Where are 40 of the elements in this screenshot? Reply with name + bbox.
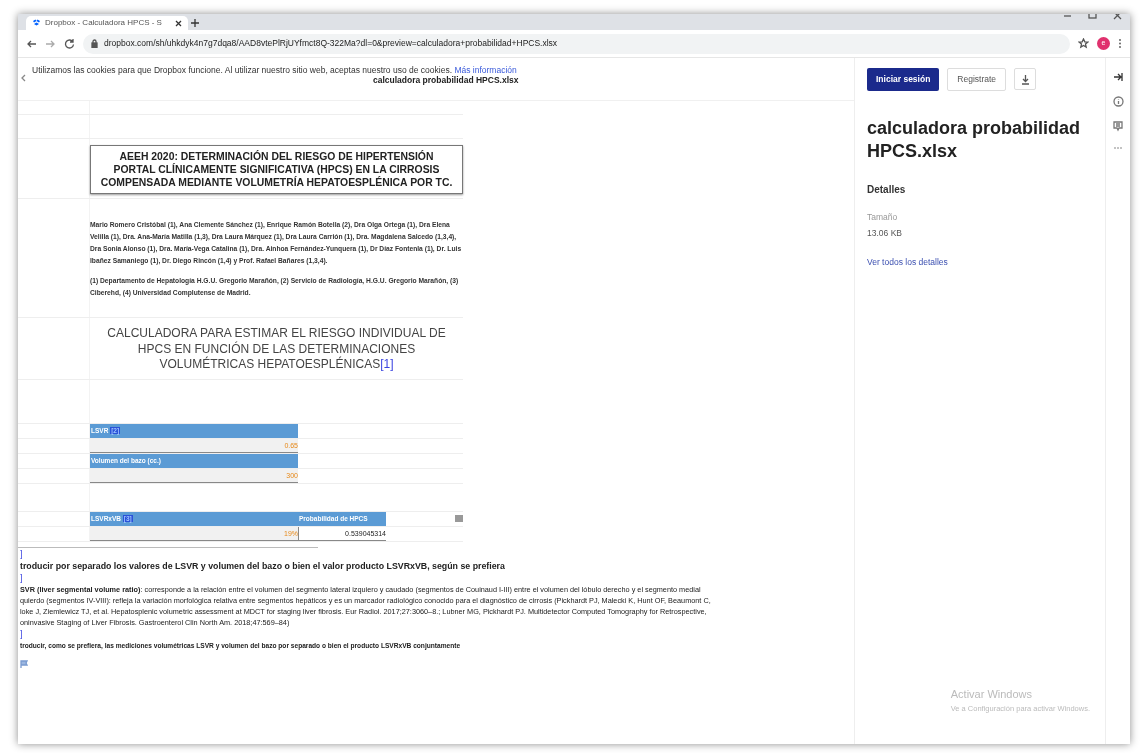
minimize-icon[interactable] — [1063, 14, 1072, 20]
cookie-banner-text: Utilizamos las cookies para que Dropbox funcione. Al utilizar nuestro sitio web, aceptas nuestro uso de cookies. Más información — [32, 64, 517, 76]
register-button[interactable]: Registrate — [947, 68, 1007, 91]
footnote-mark[interactable]: ] — [20, 571, 854, 584]
lock-icon — [91, 39, 98, 48]
footnote-mark[interactable]: ] — [20, 627, 854, 640]
menu-icon[interactable] — [1118, 38, 1122, 49]
title-box: AEEH 2020: DETERMINACIÓN DEL RIESGO DE HIPERTENSIÓN PORTAL CLÍNICAMENTE SIGNIFICATIVA (HPCS) EN LA CIRROSIS COMPENSADA MEDIANTE VOLUMETRÍA HEPATOESPLÉNICA POR TC. — [90, 145, 463, 194]
close-icon[interactable] — [175, 19, 182, 27]
address-bar[interactable]: dropbox.com/sh/uhkdyk4n7g7dqa8/AAD8vtePlRjUYfmct8Q-322Ma?dl=0&preview=calculadora+probabilidad+HPCS.xlsx — [83, 33, 1070, 54]
download-button[interactable] — [1014, 68, 1037, 91]
chevron-left-icon[interactable] — [21, 74, 26, 82]
restore-icon[interactable] — [1088, 14, 1097, 20]
file-title: calculadora probabilidad HPCS.xlsx — [373, 74, 519, 87]
detail-value: 13.06 KB — [867, 227, 903, 241]
collapse-panel-icon[interactable] — [1113, 72, 1123, 82]
star-icon[interactable] — [1078, 38, 1089, 49]
calculator-heading: CALCULADORA PARA ESTIMAR EL RIESGO INDIVIDUAL DE HPCS EN FUNCIÓN DE LAS DETERMINACIONES VOLUMÉTRICAS HEPATOESPLÉNICAS[1] — [106, 325, 447, 374]
reload-icon[interactable] — [64, 38, 75, 49]
close-icon[interactable] — [1113, 14, 1122, 20]
back-icon[interactable] — [26, 38, 37, 49]
dropbox-icon — [32, 19, 41, 27]
footnote-mark[interactable]: ] — [20, 547, 854, 560]
comment-icon[interactable] — [1113, 121, 1123, 132]
detail-label: Tamaño — [867, 210, 899, 224]
details-link[interactable]: Ver todos los detalles — [867, 256, 948, 269]
section-heading: Detalles — [867, 182, 907, 197]
browser-tab[interactable]: Dropbox - Calculadora HPCS - S — [26, 16, 188, 30]
reference-link[interactable]: [1] — [380, 357, 394, 372]
url-text: dropbox.com/sh/uhkdyk4n7g7dqa8/AAD8vtePlRjUYfmct8Q-322Ma?dl=0&preview=calculadora+probabilidad+HPCS.xlsx — [104, 37, 558, 50]
sign-in-button[interactable]: Iniciar sesión — [867, 68, 940, 91]
file-name: calculadora probabilidad HPCS.xlsx — [867, 116, 1082, 164]
more-info-link[interactable]: Más información — [454, 65, 517, 75]
activation-title: Activar Windows — [950, 687, 1034, 703]
tab-title: Dropbox - Calculadora HPCS - S — [45, 17, 163, 29]
flag-icon — [20, 659, 28, 668]
new-tab-icon[interactable] — [188, 16, 202, 30]
info-icon[interactable] — [1112, 96, 1124, 107]
download-icon — [1020, 73, 1030, 85]
footnote-text: troducir por separado los valores de LSVR y volumen del bazo o bien el valor producto LSVRxVB, según se prefiera — [20, 559, 506, 572]
